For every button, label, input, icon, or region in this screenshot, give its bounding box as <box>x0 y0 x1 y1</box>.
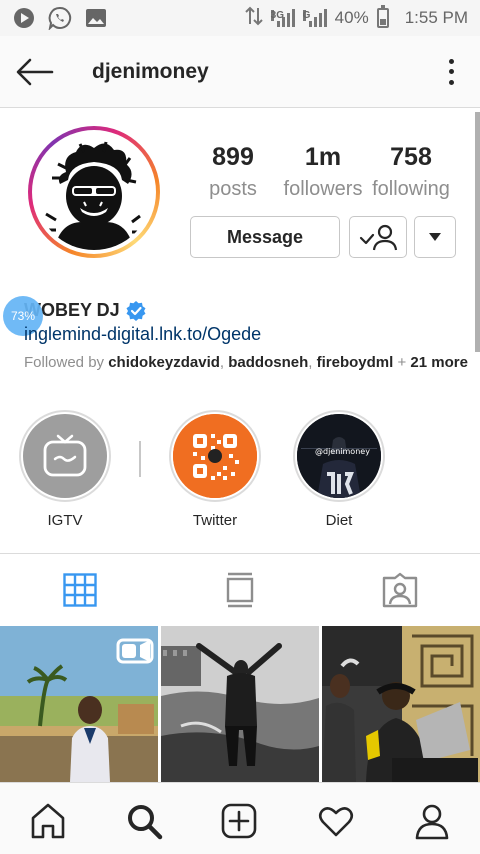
tagged-icon <box>382 572 418 608</box>
highlight-divider <box>139 441 141 477</box>
whatsapp-icon <box>48 6 72 30</box>
highlight-label: IGTV <box>47 512 83 529</box>
posts-label: posts <box>209 178 257 200</box>
home-icon[interactable] <box>28 801 68 841</box>
post-thumbnail <box>322 626 480 782</box>
feed-icon <box>226 572 254 608</box>
network-3g-label: 3G <box>270 10 284 21</box>
tabs-divider <box>0 553 480 554</box>
stat-following[interactable]: 758 following <box>368 140 454 204</box>
bottom-navigation <box>0 782 480 854</box>
scrollbar[interactable] <box>475 112 480 352</box>
back-arrow-icon[interactable] <box>16 58 54 86</box>
image-icon <box>84 6 108 30</box>
followed-by-user[interactable]: fireboydml <box>317 354 394 371</box>
highlight-watermark: @djenimoney <box>315 447 370 456</box>
add-post-icon[interactable] <box>219 801 259 841</box>
header-username: djenimoney <box>92 60 209 83</box>
profile-icon[interactable] <box>412 801 452 841</box>
followed-by-more[interactable]: 21 more <box>410 354 468 371</box>
verified-badge-icon <box>126 300 146 321</box>
following-count: 758 <box>390 143 432 171</box>
following-status-button[interactable] <box>349 216 407 258</box>
more-vertical-icon[interactable] <box>442 56 460 88</box>
followers-count: 1m <box>304 143 342 171</box>
grid-post-photo[interactable] <box>161 626 319 782</box>
play-icon <box>12 6 36 30</box>
data-transfer-icon <box>244 6 263 31</box>
bio-link[interactable]: inglemind-digital.lnk.to/Ogede <box>24 324 261 345</box>
signal-3g-icon: 3G <box>270 9 295 27</box>
signal-g-icon: G <box>302 9 327 27</box>
followed-by-user[interactable]: baddosneh <box>228 354 308 371</box>
grid-post-video[interactable] <box>0 626 158 782</box>
message-button[interactable]: Message <box>190 216 340 258</box>
avatar-story-ring[interactable] <box>28 126 160 258</box>
stat-followers[interactable]: 1m followers <box>278 140 368 204</box>
followed-by-text[interactable]: Followed by chidokeyzdavid, baddosneh, f… <box>24 354 468 371</box>
posts-count: 899 <box>212 143 254 171</box>
chevron-down-icon <box>429 233 441 241</box>
highlight-twitter[interactable]: Twitter <box>167 410 263 529</box>
highlight-label: Diet <box>325 512 353 529</box>
followed-by-prefix: Followed by <box>24 354 109 371</box>
user-check-icon <box>359 224 398 251</box>
stat-posts: 899 posts <box>205 140 261 204</box>
status-bar: 3G G 40% 1:55 PM <box>0 0 480 36</box>
activity-icon[interactable] <box>316 801 356 841</box>
tab-feed[interactable] <box>220 570 260 610</box>
tab-grid[interactable] <box>60 570 100 610</box>
grid-post-dj[interactable] <box>322 626 480 782</box>
avatar <box>36 134 152 250</box>
suggested-dropdown-button[interactable] <box>414 216 456 258</box>
highlight-cover-image <box>297 414 381 498</box>
battery-icon <box>376 5 389 28</box>
qr-code-image <box>173 414 257 498</box>
tab-tagged[interactable] <box>380 570 420 610</box>
following-label: following <box>372 178 450 200</box>
network-g-label: G <box>302 10 311 21</box>
post-thumbnail <box>161 626 319 782</box>
highlight-diet[interactable]: @djenimoney Diet <box>291 410 387 529</box>
followers-label: followers <box>283 178 363 200</box>
grid-icon <box>63 573 97 607</box>
clock: 1:55 PM <box>404 8 468 27</box>
post-thumbnail <box>0 626 158 782</box>
search-icon[interactable] <box>124 801 164 841</box>
profile-header: djenimoney <box>0 36 480 108</box>
followed-by-user[interactable]: chidokeyzdavid <box>108 354 220 371</box>
highlight-label: Twitter <box>192 512 238 529</box>
igtv-icon <box>43 434 87 477</box>
highlight-igtv[interactable]: IGTV <box>17 410 113 529</box>
battery-percentage: 40% <box>334 8 369 27</box>
